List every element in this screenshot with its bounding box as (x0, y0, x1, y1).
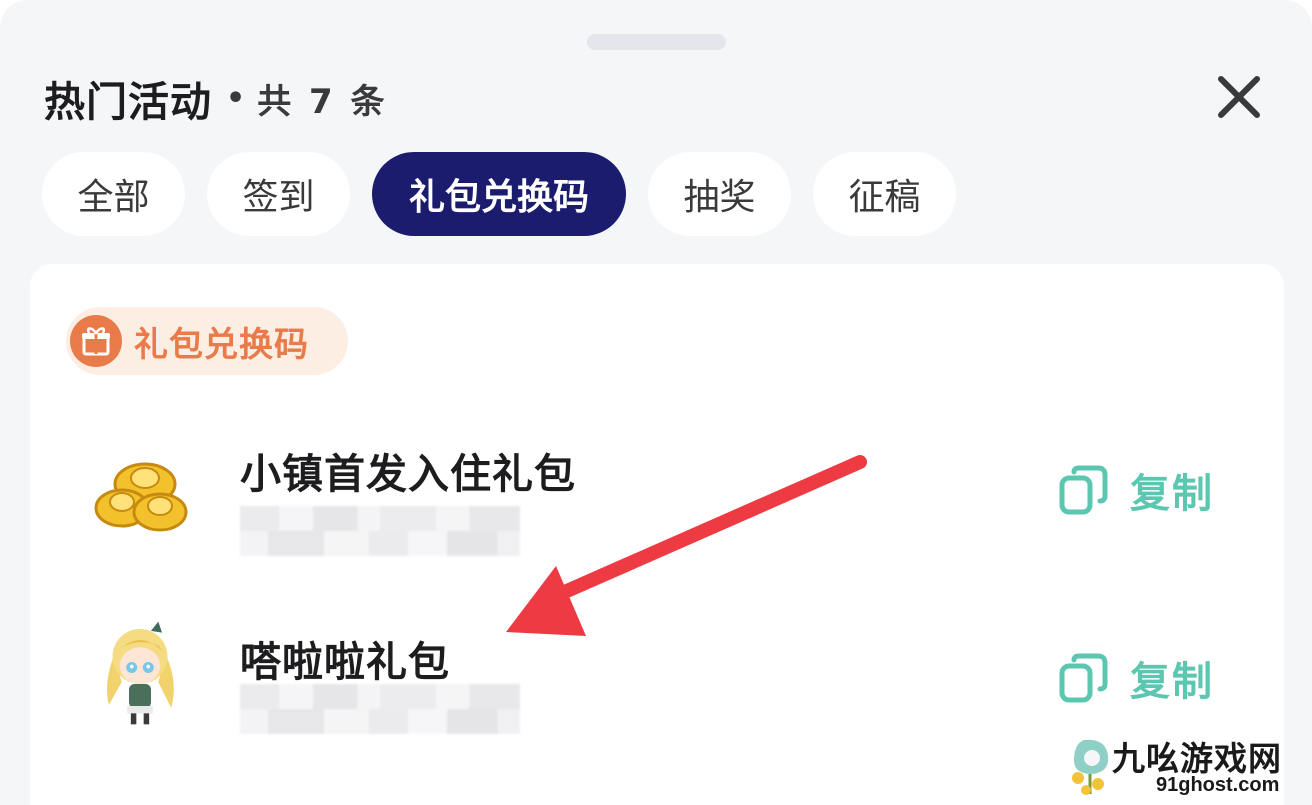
copy-button[interactable]: 复制 (1058, 460, 1214, 520)
activity-count: 共 7 条 (257, 81, 388, 122)
page-title: 热门活动 (44, 78, 212, 126)
tab-lottery[interactable]: 抽奖 (648, 152, 791, 236)
gift-code-card: 礼包兑换码 小镇首发入住礼包 复制 嗒啦啦礼包 复制 (30, 264, 1284, 805)
activity-bottom-sheet: 热门活动 • 共 7 条 全部 签到 礼包兑换码 抽奖 征稿 礼包兑换码 小镇首… (0, 0, 1312, 805)
section-tag: 礼包兑换码 (66, 307, 348, 375)
close-icon (1218, 76, 1260, 118)
gift-title: 小镇首发入住礼包 (240, 450, 576, 498)
copy-icon (1059, 465, 1108, 515)
tab-gift-codes[interactable]: 礼包兑换码 (372, 152, 626, 236)
character-avatar-icon (107, 621, 174, 725)
copy-button[interactable]: 复制 (1058, 648, 1214, 708)
tab-check-in[interactable]: 签到 (207, 152, 350, 236)
watermark-name: 九吆游戏网 (1112, 739, 1282, 778)
filter-tabs: 全部 签到 礼包兑换码 抽奖 征稿 (42, 152, 978, 236)
tab-all[interactable]: 全部 (42, 152, 185, 236)
gift-title: 嗒啦啦礼包 (240, 638, 450, 686)
gold-ingots-icon (94, 462, 188, 532)
copy-label: 复制 (1130, 471, 1214, 517)
header: 热门活动 • 共 7 条 (44, 68, 388, 128)
copy-label: 复制 (1130, 659, 1214, 705)
drag-handle[interactable] (587, 34, 726, 50)
watermark-site: 91ghost.com (1156, 774, 1280, 796)
gift-row: 小镇首发入住礼包 复制 (30, 430, 1284, 580)
title-separator: • (226, 80, 246, 116)
close-button[interactable] (1208, 66, 1270, 128)
tab-submissions[interactable]: 征稿 (813, 152, 956, 236)
section-label: 礼包兑换码 (134, 324, 309, 365)
copy-icon (1059, 653, 1108, 703)
redeem-code-blurred (240, 684, 520, 734)
redeem-code-blurred (240, 506, 520, 556)
site-watermark: 九吆游戏网 91ghost.com (1062, 730, 1308, 802)
gift-icon (70, 315, 122, 367)
